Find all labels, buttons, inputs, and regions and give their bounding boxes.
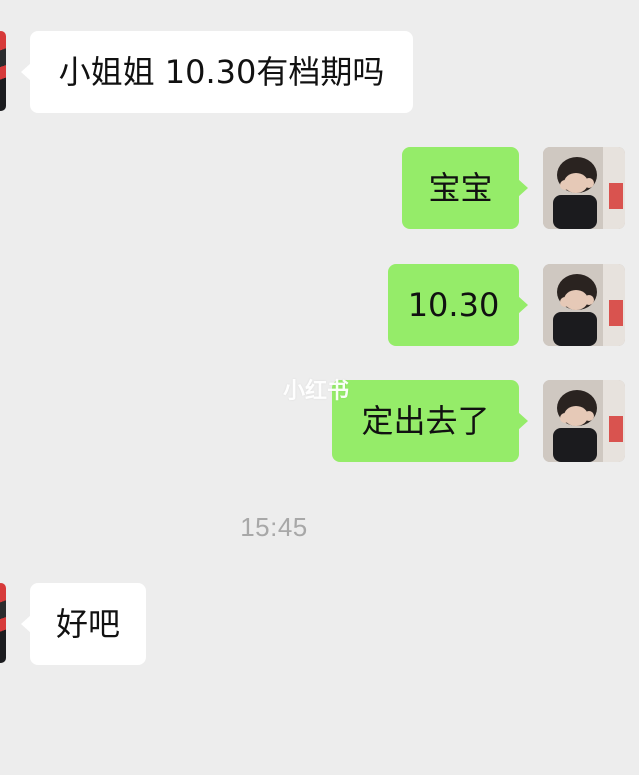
avatar-photo <box>543 147 625 229</box>
my-avatar[interactable] <box>543 264 625 346</box>
outgoing-bubble[interactable]: 10.30 <box>388 264 519 346</box>
message-timestamp: 15:45 <box>240 512 308 542</box>
contact-avatar[interactable] <box>0 583 6 663</box>
incoming-bubble[interactable]: 小姐姐 10.30有档期吗 <box>30 31 413 113</box>
contact-avatar[interactable] <box>0 31 6 111</box>
chat-thread: 小姐姐 10.30有档期吗 宝宝 10.30 定出去了 15:45 好吧 小红书 <box>0 0 639 775</box>
incoming-bubble[interactable]: 好吧 <box>30 583 146 665</box>
avatar-photo <box>543 264 625 346</box>
my-avatar[interactable] <box>543 380 625 462</box>
outgoing-bubble[interactable]: 宝宝 <box>402 147 519 229</box>
outgoing-bubble[interactable]: 定出去了 <box>332 380 519 462</box>
avatar-photo <box>543 380 625 462</box>
my-avatar[interactable] <box>543 147 625 229</box>
